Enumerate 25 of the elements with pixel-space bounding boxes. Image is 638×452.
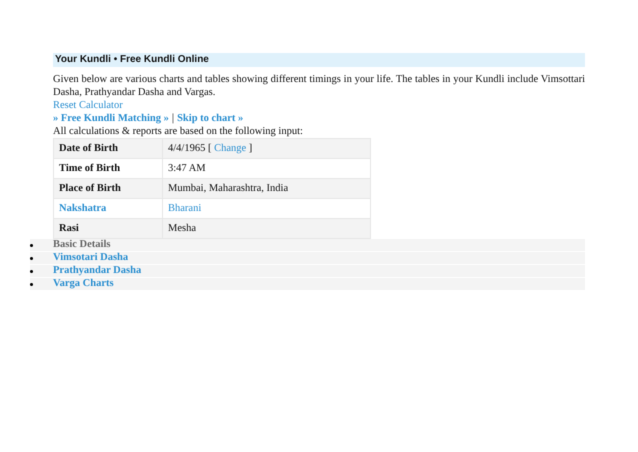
reset-link[interactable]: Reset Calculator (53, 99, 123, 112)
intro-paragraph: Given below are various charts and tables showing different timings in your life. The tables in your Kundli include Vimsottari Dasha, Prathyandar Dasha and Vargas. (53, 73, 585, 99)
section-tab[interactable]: Vimsotari Dasha (53, 252, 128, 264)
bullet-icon (30, 270, 33, 272)
field-label: Date of Birth (54, 138, 162, 158)
link-separator: | (172, 112, 174, 125)
field-label: Rasi (54, 218, 162, 238)
field-value: Mumbai, Maharashtra, India (168, 183, 288, 194)
section-tab[interactable]: Varga Charts (53, 278, 114, 290)
field-value: 4/4/1965 [ (168, 143, 212, 154)
bullet-icon (30, 244, 33, 246)
change-link[interactable]: Change (214, 143, 246, 154)
bracket-text: ] (248, 143, 252, 154)
field-value: 3:47 AM (168, 163, 206, 174)
field-label: Place of Birth (54, 178, 162, 198)
section-tab[interactable]: Basic Details (53, 239, 110, 251)
nav-link[interactable]: Skip to chart » (177, 112, 244, 125)
header-bar: Your Kundli • Free Kundli Online (53, 53, 585, 67)
section-tab[interactable]: Prathyandar Dasha (53, 265, 142, 277)
nav-link[interactable]: » Free Kundli Matching » (53, 112, 169, 125)
field-value[interactable]: Bharani (168, 203, 202, 214)
bullet-icon (30, 282, 33, 286)
input-note: All calculations & reports are based on the following input: (53, 125, 304, 138)
bullet-icon (30, 256, 33, 260)
field-value: Mesha (168, 223, 196, 234)
